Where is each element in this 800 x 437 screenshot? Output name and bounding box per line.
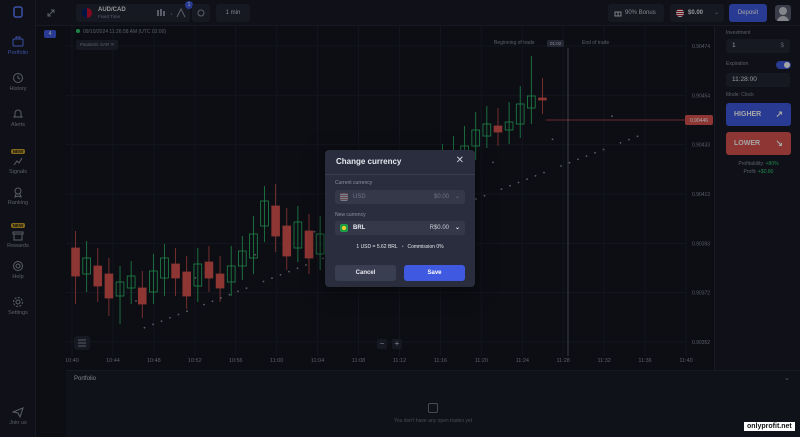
current-currency-field: USD $0.00 ⌄ [335,190,465,204]
modal-title: Change currency [336,157,402,166]
current-currency-balance: $0.00 [433,194,449,200]
bullet-separator: • [401,244,404,250]
new-currency-balance: R$0.00 [429,225,449,231]
brl-flag-icon [340,224,348,232]
watermark: onlyprofit.net [744,422,795,431]
chevron-down-icon: ⌄ [454,194,460,200]
new-currency-label: New currency [335,212,366,218]
modal-divider [325,174,475,175]
current-currency-label: Current currency [335,180,373,186]
chevron-down-icon: ⌄ [454,225,460,231]
commission: Commission 0% [407,244,444,250]
new-currency-select[interactable]: BRL R$0.00 ⌄ [335,221,465,235]
usd-flag-icon [340,193,348,201]
change-currency-modal: Change currency ✕ Current currency USD $… [325,150,475,287]
new-currency-code: BRL [353,225,366,231]
exchange-rate: 1 USD = 5.62 BRL [356,244,398,250]
exchange-info: 1 USD = 5.62 BRL • Commission 0% [325,244,475,250]
current-currency-code: USD [353,194,366,200]
cancel-button[interactable]: Cancel [335,265,396,281]
close-icon[interactable]: ✕ [456,156,464,166]
save-button[interactable]: Save [404,265,465,281]
